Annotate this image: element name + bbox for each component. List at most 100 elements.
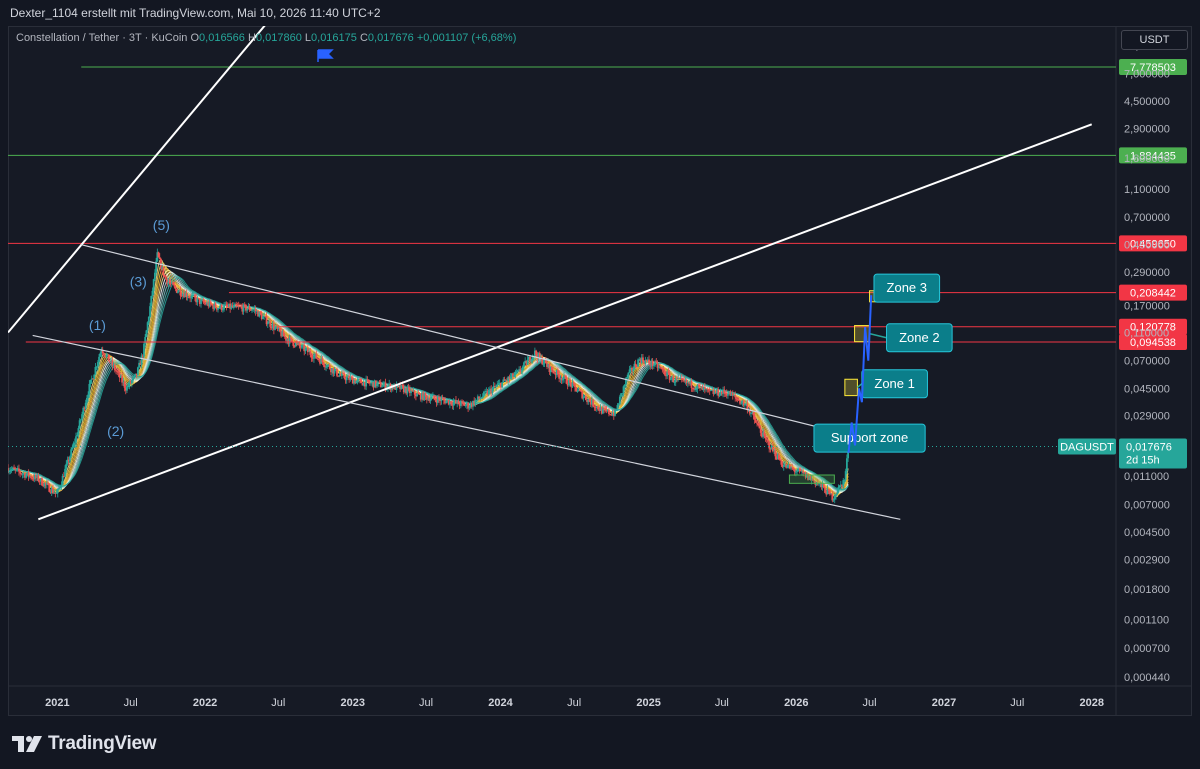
- candle-body: [116, 371, 119, 372]
- candle-body: [627, 372, 630, 377]
- candle-body: [163, 275, 166, 277]
- candle-body: [214, 303, 217, 308]
- candle-body: [315, 353, 318, 359]
- candle-body: [673, 381, 676, 383]
- flag-icon[interactable]: [317, 49, 334, 62]
- candle-body: [401, 384, 404, 387]
- candle-body: [717, 389, 720, 396]
- symbol-name[interactable]: Constellation / Tether · 3T · KuCoin: [16, 32, 187, 44]
- symbol-tag-label: DAGUSDT: [1060, 442, 1114, 454]
- candle-body: [464, 405, 467, 406]
- candle-body: [617, 404, 620, 406]
- candle-body: [174, 286, 177, 289]
- tradingview-logo-icon: [12, 736, 42, 752]
- candle-body: [246, 308, 249, 311]
- wave-label: (5): [153, 217, 170, 233]
- candle-body: [445, 400, 448, 404]
- candle-body: [282, 331, 285, 337]
- candle-body: [765, 438, 768, 440]
- candle-body: [289, 337, 292, 339]
- candle-body: [333, 369, 336, 374]
- candle-body: [608, 409, 610, 415]
- x-tick-label: Jul: [124, 697, 138, 709]
- candle-body: [220, 304, 223, 311]
- candle-body: [55, 493, 58, 494]
- y-tick-label: 0,011000: [1124, 471, 1169, 483]
- candle-body: [655, 361, 658, 363]
- trend-line[interactable]: [8, 26, 316, 334]
- candle-body: [87, 394, 90, 398]
- candle-body: [618, 396, 621, 405]
- candle-body: [565, 377, 568, 384]
- low-value: 0,016175: [311, 32, 357, 44]
- candle-body: [667, 371, 670, 374]
- candle-body: [325, 366, 327, 368]
- candle-body: [648, 359, 650, 364]
- candle-body: [752, 412, 755, 416]
- candle-body: [279, 328, 281, 332]
- candle-body: [552, 370, 554, 373]
- candle-body: [637, 359, 639, 367]
- candle-body: [336, 369, 338, 376]
- candle-body: [30, 475, 32, 479]
- candle-body: [382, 384, 385, 387]
- candle-body: [513, 374, 516, 377]
- candle-body: [69, 456, 71, 462]
- candle-body: [127, 386, 130, 387]
- candle-body: [623, 384, 626, 387]
- candle-body: [304, 348, 307, 352]
- candle-body: [759, 428, 762, 433]
- candle-body: [442, 398, 445, 401]
- candle-body: [690, 380, 693, 388]
- candle-body: [793, 469, 796, 472]
- accumulation-box[interactable]: [788, 474, 835, 484]
- candle-body: [615, 410, 618, 411]
- candle-body: [48, 484, 51, 492]
- x-tick-label: Jul: [271, 697, 285, 709]
- y-tick-label: 0,000440: [1124, 672, 1170, 684]
- candle-body: [740, 402, 743, 404]
- candle-body: [669, 378, 672, 380]
- y-tick-label: 0,002900: [1124, 554, 1170, 566]
- candle-body: [836, 492, 839, 495]
- candle-body: [572, 382, 575, 384]
- candle-body: [764, 435, 767, 439]
- candle-body: [659, 366, 661, 368]
- candle-body: [695, 388, 698, 390]
- y-tick-label: 0,170000: [1124, 300, 1170, 312]
- candle-body: [792, 468, 795, 470]
- candle-body: [735, 397, 738, 399]
- candle-body: [61, 475, 64, 485]
- candle-body: [370, 382, 372, 384]
- trend-line[interactable]: [37, 123, 1093, 521]
- zone-callout-label: Zone 2: [899, 330, 939, 345]
- candle-body: [833, 495, 836, 500]
- candle-body: [309, 351, 312, 355]
- zone-box[interactable]: [854, 325, 871, 343]
- candle-body: [113, 365, 116, 371]
- candle-body: [576, 391, 579, 393]
- open-label: O: [190, 32, 200, 44]
- candle-body: [697, 384, 700, 387]
- candle-body: [779, 459, 782, 461]
- candle-body: [146, 322, 149, 331]
- candle-body: [495, 386, 497, 387]
- tradingview-logo[interactable]: TradingView: [12, 733, 157, 755]
- candle-body: [58, 487, 60, 490]
- y-tick-label: 0,045000: [1124, 383, 1170, 395]
- candle-body: [584, 396, 587, 401]
- chart-canvas[interactable]: 7,7785031,8844350,4596500,2084420,120778…: [8, 26, 1192, 716]
- candle-body: [78, 420, 81, 429]
- zone-box[interactable]: [844, 378, 858, 397]
- trend-line[interactable]: [81, 244, 907, 450]
- candle-body: [317, 358, 320, 361]
- y-tick-label: 0,070000: [1124, 356, 1170, 368]
- currency-button[interactable]: USDT: [1121, 30, 1188, 50]
- y-tick-label: 7,000000: [1124, 69, 1170, 81]
- candle-body: [81, 414, 83, 420]
- candle-body: [413, 390, 416, 395]
- price-level-value: 0,208442: [1130, 288, 1176, 300]
- candle-body: [660, 367, 663, 369]
- candle-body: [65, 463, 68, 469]
- x-tick-label: Jul: [863, 697, 877, 709]
